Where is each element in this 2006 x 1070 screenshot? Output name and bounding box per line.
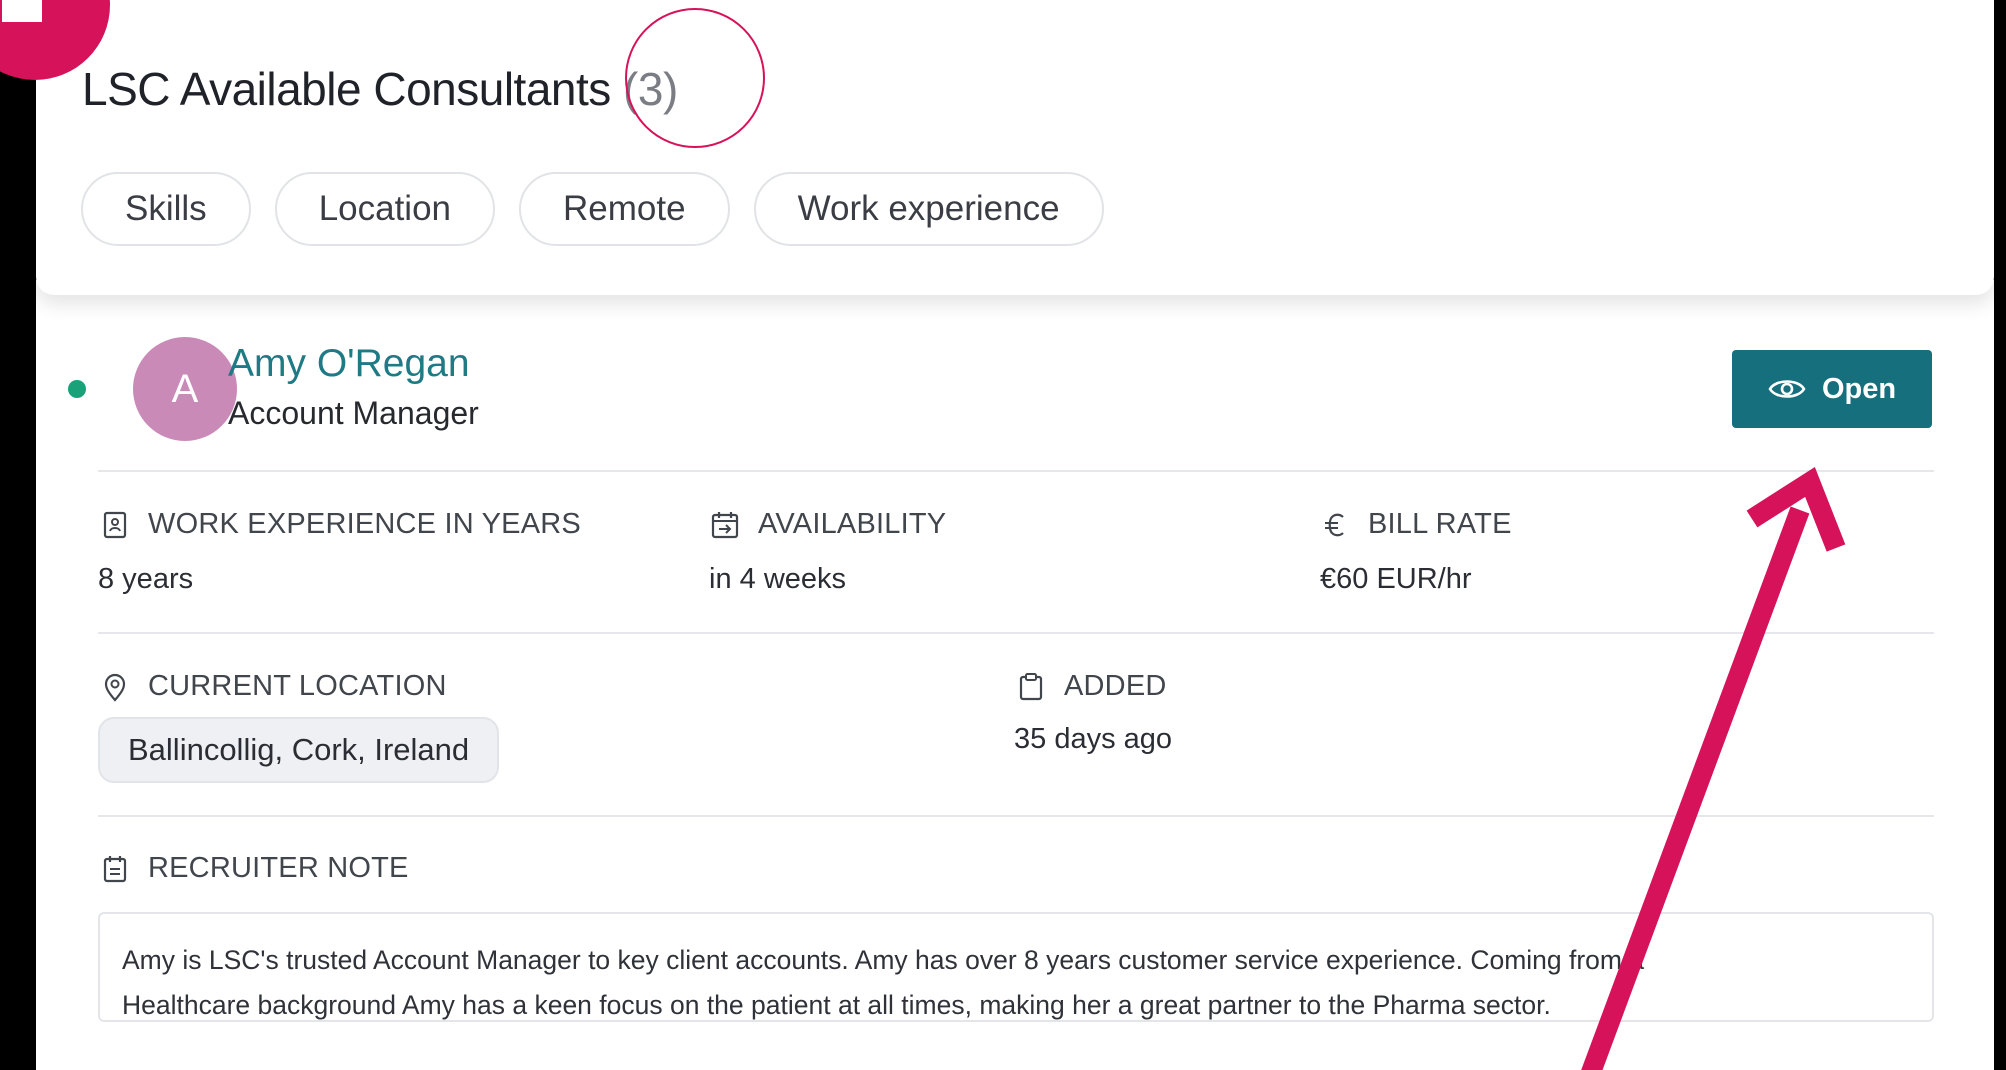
- filter-remote[interactable]: Remote: [519, 172, 730, 246]
- step-badge-mark: [2, 0, 42, 22]
- resume-icon: [103, 511, 127, 538]
- euro-icon: [1325, 513, 1344, 536]
- recruiter-note-label: RECRUITER NOTE: [100, 852, 409, 885]
- eye-icon: [1768, 380, 1806, 398]
- calendar-icon: [711, 511, 739, 538]
- divider: [98, 470, 1934, 472]
- filter-location[interactable]: Location: [274, 172, 496, 246]
- work-experience-value: 8 years: [98, 563, 194, 595]
- availability-value: in 4 weeks: [709, 563, 847, 595]
- candidate-name[interactable]: Amy O'Regan: [228, 342, 470, 386]
- clipboard-icon: [1019, 672, 1043, 700]
- page-title-text: LSC Available Consultants: [82, 63, 611, 115]
- divider: [98, 815, 1934, 817]
- header-card: LSC Available Consultants (3) Skills Loc…: [36, 0, 1994, 295]
- annotation-circle: [625, 8, 765, 148]
- page-title: LSC Available Consultants (3): [82, 62, 678, 116]
- recruiter-note-box: Amy is LSC's trusted Account Manager to …: [98, 912, 1934, 1022]
- work-experience-label: WORK EXPERIENCE IN YEARS: [100, 508, 581, 541]
- current-location-label-text: CURRENT LOCATION: [148, 670, 447, 702]
- avatar[interactable]: A: [133, 337, 237, 441]
- open-button-label: Open: [1821, 372, 1897, 405]
- divider: [98, 632, 1934, 634]
- note-icon: [103, 855, 127, 882]
- current-location-label: CURRENT LOCATION: [100, 670, 447, 703]
- added-label: ADDED: [1016, 670, 1167, 703]
- location-chip: Ballincollig, Cork, Ireland: [98, 717, 500, 783]
- candidate-card: A Amy O'Regan Account Manager Open WORK …: [36, 280, 1994, 1070]
- bill-rate-value: €60 EUR/hr: [1320, 563, 1472, 595]
- candidate-role: Account Manager: [228, 395, 479, 431]
- work-experience-label-text: WORK EXPERIENCE IN YEARS: [148, 508, 581, 540]
- availability-label-text: AVAILABILITY: [758, 508, 947, 540]
- bill-rate-label-text: BILL RATE: [1368, 508, 1512, 540]
- added-value: 35 days ago: [1014, 723, 1173, 755]
- filter-work-experience[interactable]: Work experience: [753, 172, 1104, 246]
- map-pin-icon: [104, 673, 126, 702]
- recruiter-note-line-2: Healthcare background Amy has a keen foc…: [122, 990, 1551, 1020]
- open-button[interactable]: Open: [1732, 350, 1932, 428]
- filter-bar: Skills Location Remote Work experience: [81, 172, 1104, 246]
- added-label-text: ADDED: [1064, 670, 1167, 702]
- page: LSC Available Consultants (3) Skills Loc…: [0, 0, 2006, 1070]
- bill-rate-label: BILL RATE: [1320, 508, 1512, 541]
- recruiter-note-label-text: RECRUITER NOTE: [148, 852, 409, 884]
- recruiter-note-line-1: Amy is LSC's trusted Account Manager to …: [122, 945, 1645, 975]
- online-status-dot: [68, 380, 86, 398]
- filter-skills[interactable]: Skills: [81, 172, 251, 246]
- availability-label: AVAILABILITY: [710, 508, 946, 541]
